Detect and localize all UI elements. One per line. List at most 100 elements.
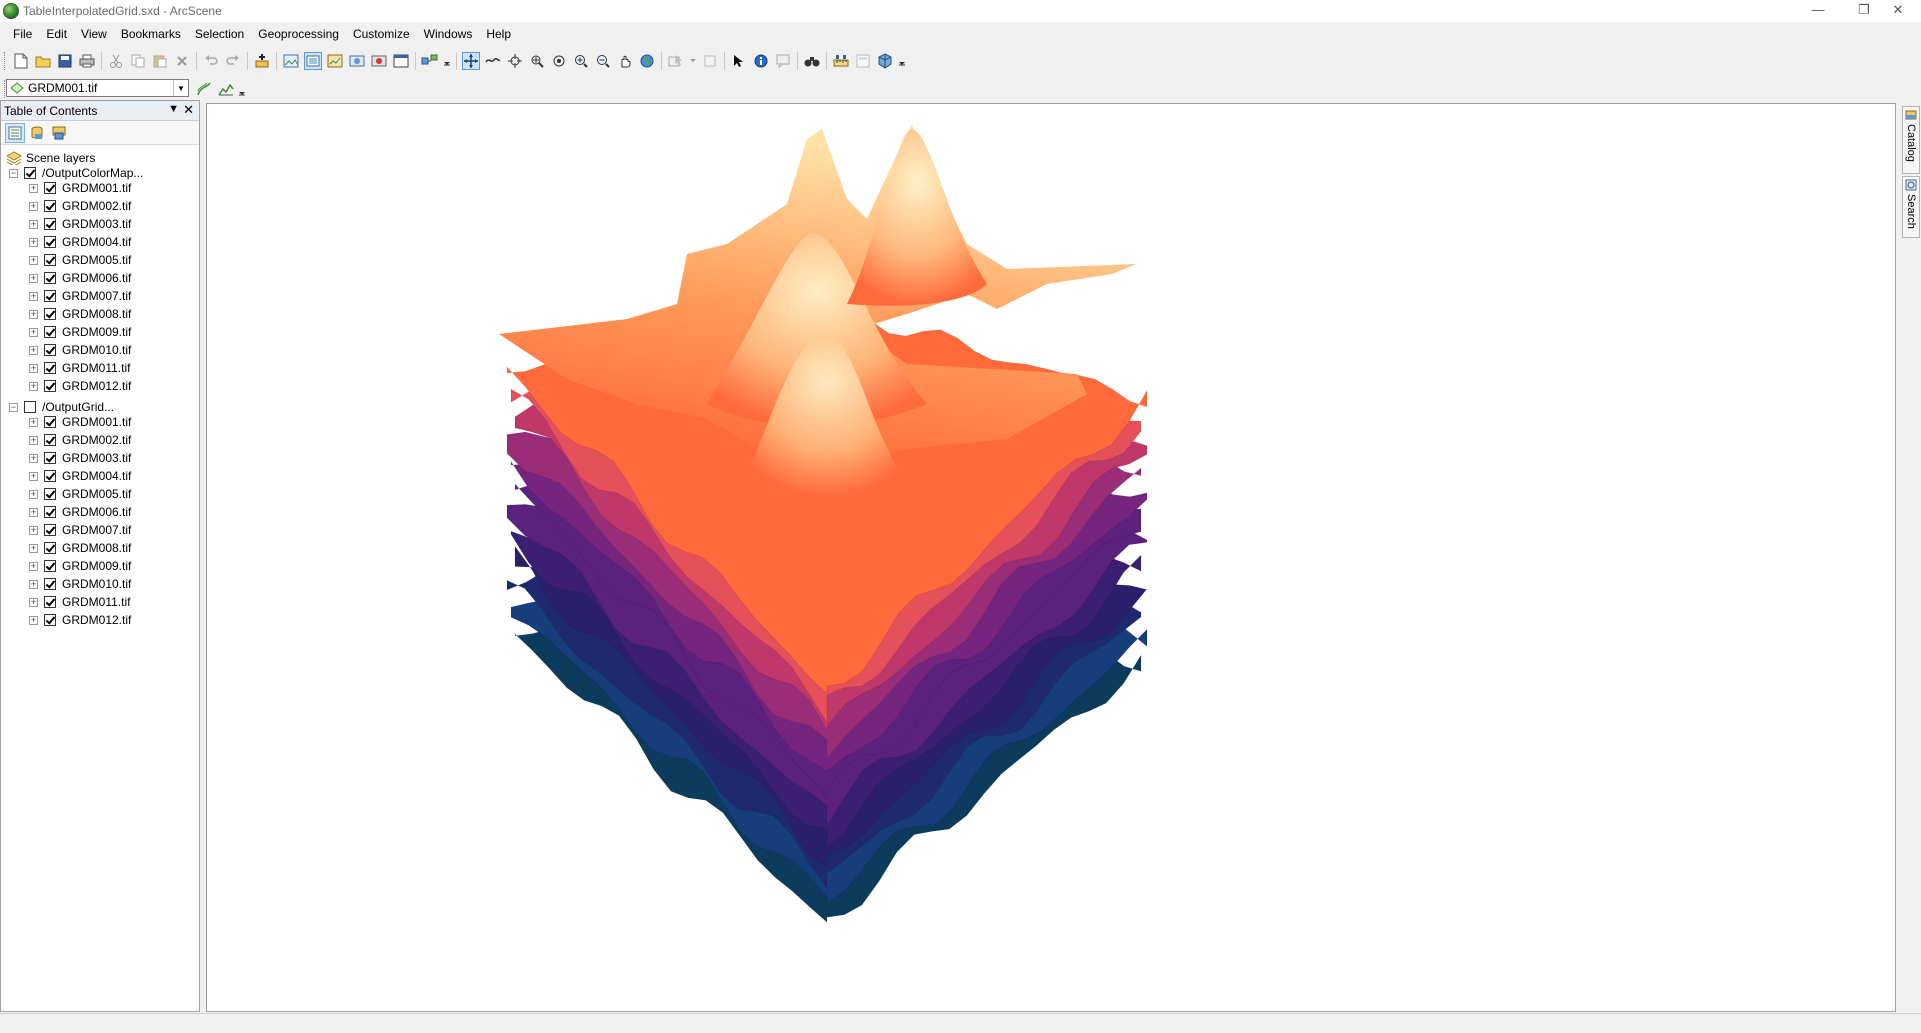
dropdown-arrow-icon[interactable] [689, 52, 697, 70]
dropdown-arrow-icon[interactable] [898, 52, 906, 70]
zoom-out-icon[interactable] [594, 52, 612, 70]
set-observer-icon[interactable] [550, 52, 568, 70]
layer-visibility-checkbox[interactable] [44, 560, 56, 572]
animation-icon[interactable] [348, 52, 366, 70]
layer-visibility-checkbox[interactable] [44, 524, 56, 536]
print-icon[interactable] [78, 52, 96, 70]
open-folder-icon[interactable] [34, 52, 52, 70]
layer-visibility-checkbox[interactable] [44, 272, 56, 284]
toolbar-grip[interactable] [4, 52, 7, 70]
menu-edit[interactable]: Edit [39, 24, 74, 46]
profile-graph-icon[interactable] [217, 80, 235, 98]
layer-visibility-checkbox[interactable] [44, 542, 56, 554]
list-by-visibility-icon[interactable] [49, 123, 69, 143]
layer-visibility-checkbox[interactable] [44, 290, 56, 302]
scene-view[interactable] [206, 103, 1896, 1012]
collapse-icon[interactable]: − [9, 402, 18, 412]
layer-visibility-checkbox[interactable] [44, 182, 56, 194]
clear-selection-icon[interactable] [701, 52, 719, 70]
group-visibility-checkbox[interactable] [24, 401, 36, 413]
layer-visibility-checkbox[interactable] [44, 380, 56, 392]
layer-visibility-checkbox[interactable] [44, 578, 56, 590]
zoom-in-icon[interactable] [572, 52, 590, 70]
menu-view[interactable]: View [74, 24, 114, 46]
measure-icon[interactable] [832, 52, 850, 70]
expand-icon[interactable]: + [29, 183, 38, 193]
record-animation-icon[interactable] [370, 52, 388, 70]
expand-icon[interactable]: + [29, 543, 38, 553]
layout-icon[interactable] [854, 52, 872, 70]
layer-visibility-checkbox[interactable] [44, 596, 56, 608]
layer-row[interactable]: + GRDM004.tif [29, 467, 131, 485]
menu-bookmarks[interactable]: Bookmarks [114, 24, 188, 46]
layer-row[interactable]: + GRDM011.tif [29, 593, 130, 611]
copy-icon[interactable] [129, 52, 147, 70]
close-window-button[interactable]: ✕ [1875, 0, 1921, 22]
collapse-icon[interactable]: − [9, 168, 18, 178]
layer-visibility-checkbox[interactable] [44, 200, 56, 212]
layer-row[interactable]: + GRDM003.tif [29, 215, 131, 233]
expand-icon[interactable]: + [29, 489, 38, 499]
layer-select[interactable]: GRDM001.tif ▼ [6, 79, 189, 97]
arctoolbox-icon[interactable] [876, 52, 894, 70]
expand-icon[interactable]: + [29, 381, 38, 391]
layer-visibility-checkbox[interactable] [44, 506, 56, 518]
layer-row[interactable]: + GRDM009.tif [29, 323, 131, 341]
expand-icon[interactable]: + [29, 327, 38, 337]
layer-visibility-checkbox[interactable] [44, 470, 56, 482]
undo-icon[interactable] [202, 52, 220, 70]
contour-tool-icon[interactable] [195, 80, 213, 98]
new-document-icon[interactable] [12, 52, 30, 70]
find-icon[interactable] [803, 52, 821, 70]
layer-visibility-checkbox[interactable] [44, 344, 56, 356]
layer-row[interactable]: + GRDM009.tif [29, 557, 131, 575]
pin-icon[interactable]: ▼ [168, 103, 179, 115]
list-by-source-icon[interactable] [27, 123, 47, 143]
zoom-to-target-icon[interactable] [528, 52, 546, 70]
expand-icon[interactable]: + [29, 471, 38, 481]
chevron-down-icon[interactable]: ▼ [173, 80, 188, 96]
scene-layer-icon[interactable] [326, 52, 344, 70]
layer-visibility-checkbox[interactable] [44, 362, 56, 374]
expand-icon[interactable]: + [29, 237, 38, 247]
expand-icon[interactable]: + [29, 507, 38, 517]
layer-row[interactable]: + GRDM008.tif [29, 539, 131, 557]
target-center-icon[interactable] [506, 52, 524, 70]
paste-icon[interactable] [151, 52, 169, 70]
layer-row[interactable]: + GRDM004.tif [29, 233, 131, 251]
layer-visibility-checkbox[interactable] [44, 254, 56, 266]
close-icon[interactable]: ✕ [183, 102, 194, 118]
search-tab[interactable]: Search [1902, 176, 1920, 238]
layer-row[interactable]: + GRDM006.tif [29, 503, 131, 521]
expand-icon[interactable]: + [29, 525, 38, 535]
list-by-drawing-order-icon[interactable] [5, 122, 25, 143]
layer-visibility-checkbox[interactable] [44, 218, 56, 230]
layer-row[interactable]: + GRDM007.tif [29, 521, 131, 539]
menu-customize[interactable]: Customize [346, 24, 417, 46]
layer-row[interactable]: + GRDM002.tif [29, 197, 131, 215]
layer-row[interactable]: + GRDM003.tif [29, 449, 131, 467]
save-icon[interactable] [56, 52, 74, 70]
cut-icon[interactable] [107, 52, 125, 70]
expand-icon[interactable]: + [29, 273, 38, 283]
minimize-button[interactable]: — [1795, 0, 1841, 22]
catalog-tab[interactable]: Catalog [1902, 106, 1920, 174]
layer-row[interactable]: + GRDM012.tif [29, 377, 131, 395]
layer-visibility-checkbox[interactable] [44, 416, 56, 428]
select-elements-icon[interactable] [730, 52, 748, 70]
full-extent-globe-icon[interactable] [638, 52, 656, 70]
dropdown-arrow-icon[interactable] [443, 52, 451, 70]
layer-row[interactable]: + GRDM007.tif [29, 287, 131, 305]
menu-selection[interactable]: Selection [188, 24, 251, 46]
expand-icon[interactable]: + [29, 453, 38, 463]
expand-icon[interactable]: + [29, 291, 38, 301]
navigate-tool-icon[interactable] [462, 52, 480, 70]
layer-row[interactable]: + GRDM010.tif [29, 575, 131, 593]
dropdown-arrow-icon[interactable] [238, 82, 246, 100]
expand-icon[interactable]: + [29, 579, 38, 589]
layer-visibility-checkbox[interactable] [44, 308, 56, 320]
add-data-icon[interactable] [253, 52, 271, 70]
redo-icon[interactable] [224, 52, 242, 70]
window-view-icon[interactable] [392, 52, 410, 70]
fly-tool-icon[interactable] [484, 52, 502, 70]
